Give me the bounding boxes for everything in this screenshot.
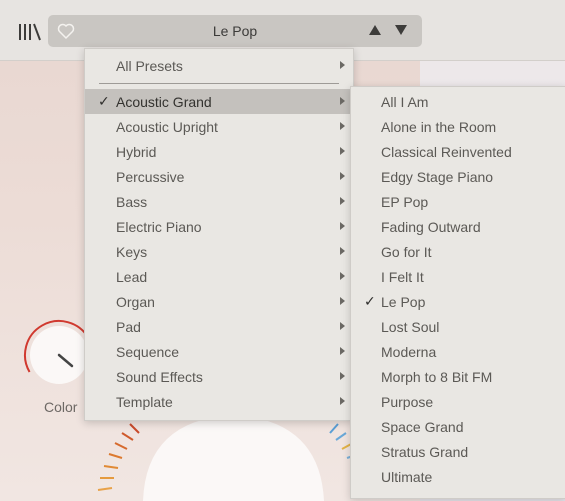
menu-item-label: Bass: [116, 194, 148, 210]
arrow-down-icon[interactable]: [394, 24, 408, 36]
library-icon[interactable]: [18, 22, 42, 42]
menu-item-label: Sound Effects: [116, 369, 203, 385]
submenu-arrow-icon: [340, 347, 345, 355]
menu-item-label: Keys: [116, 244, 148, 260]
preset-selector[interactable]: Le Pop: [48, 15, 422, 47]
preset-item[interactable]: Space Grand: [351, 414, 565, 439]
preset-item[interactable]: Morph to 8 Bit FM: [351, 364, 565, 389]
menu-item-label: Percussive: [116, 169, 185, 185]
preset-name[interactable]: Le Pop: [48, 23, 422, 39]
preset-item[interactable]: All I Am: [351, 89, 565, 114]
menu-item-label: Stratus Grand: [381, 444, 469, 460]
preset-item[interactable]: I Felt It: [351, 264, 565, 289]
color-knob-label: Color: [44, 399, 78, 415]
menu-item-label: Le Pop: [381, 294, 426, 310]
menu-item-label: Electric Piano: [116, 219, 202, 235]
preset-submenu: All I Am Alone in the Room Classical Rei…: [350, 86, 565, 499]
menu-item-label: Space Grand: [381, 419, 464, 435]
menu-item-label: Lost Soul: [381, 319, 440, 335]
submenu-arrow-icon: [340, 297, 345, 305]
preset-item[interactable]: Classical Reinvented: [351, 139, 565, 164]
menu-item-label: Go for It: [381, 244, 432, 260]
preset-item[interactable]: Go for It: [351, 239, 565, 264]
category-item-acoustic-upright[interactable]: Acoustic Upright: [85, 114, 353, 139]
menu-item-label: Hybrid: [116, 144, 157, 160]
category-item-template[interactable]: Template: [85, 389, 353, 414]
preset-item[interactable]: Ultimate: [351, 464, 565, 489]
category-item-acoustic-grand[interactable]: ✓ Acoustic Grand: [85, 89, 353, 114]
submenu-arrow-icon: [340, 147, 345, 155]
preset-item[interactable]: EP Pop: [351, 189, 565, 214]
menu-item-label: All Presets: [116, 58, 183, 74]
menu-item-all-presets[interactable]: All Presets: [85, 53, 353, 78]
submenu-arrow-icon: [340, 61, 345, 69]
checkmark-icon: ✓: [98, 93, 110, 109]
submenu-arrow-icon: [340, 97, 345, 105]
category-menu: All Presets ✓ Acoustic Grand Acoustic Up…: [84, 48, 354, 421]
menu-item-label: Sequence: [116, 344, 180, 360]
submenu-arrow-icon: [340, 272, 345, 280]
submenu-arrow-icon: [340, 172, 345, 180]
preset-item[interactable]: Edgy Stage Piano: [351, 164, 565, 189]
preset-item[interactable]: Moderna: [351, 339, 565, 364]
category-item-pad[interactable]: Pad: [85, 314, 353, 339]
menu-item-label: Lead: [116, 269, 148, 285]
menu-item-label: Template: [116, 394, 173, 410]
category-item-hybrid[interactable]: Hybrid: [85, 139, 353, 164]
checkmark-icon: ✓: [364, 293, 376, 309]
category-item-sound-effects[interactable]: Sound Effects: [85, 364, 353, 389]
menu-item-label: Organ: [116, 294, 155, 310]
menu-item-label: Morph to 8 Bit FM: [381, 369, 493, 385]
submenu-arrow-icon: [340, 222, 345, 230]
submenu-arrow-icon: [340, 197, 345, 205]
menu-item-label: Purpose: [381, 394, 434, 410]
category-item-organ[interactable]: Organ: [85, 289, 353, 314]
menu-item-label: Ultimate: [381, 469, 433, 485]
menu-item-label: Acoustic Grand: [116, 94, 212, 110]
category-item-electric-piano[interactable]: Electric Piano: [85, 214, 353, 239]
dial-body: [143, 415, 324, 501]
menu-item-label: Edgy Stage Piano: [381, 169, 494, 185]
preset-item[interactable]: Fading Outward: [351, 214, 565, 239]
preset-item[interactable]: Lost Soul: [351, 314, 565, 339]
menu-item-label: Acoustic Upright: [116, 119, 218, 135]
category-item-keys[interactable]: Keys: [85, 239, 353, 264]
menu-item-label: Fading Outward: [381, 219, 481, 235]
menu-item-label: Alone in the Room: [381, 119, 497, 135]
submenu-arrow-icon: [340, 372, 345, 380]
category-item-bass[interactable]: Bass: [85, 189, 353, 214]
menu-item-label: Moderna: [381, 344, 437, 360]
preset-item-le-pop[interactable]: ✓ Le Pop: [351, 289, 565, 314]
category-item-percussive[interactable]: Percussive: [85, 164, 353, 189]
submenu-arrow-icon: [340, 122, 345, 130]
submenu-arrow-icon: [340, 247, 345, 255]
arrow-up-icon[interactable]: [368, 24, 382, 36]
menu-separator: [99, 83, 339, 84]
menu-item-label: EP Pop: [381, 194, 429, 210]
submenu-arrow-icon: [340, 397, 345, 405]
category-item-sequence[interactable]: Sequence: [85, 339, 353, 364]
preset-item[interactable]: Purpose: [351, 389, 565, 414]
menu-item-label: I Felt It: [381, 269, 424, 285]
category-item-lead[interactable]: Lead: [85, 264, 353, 289]
preset-item[interactable]: Stratus Grand: [351, 439, 565, 464]
menu-item-label: All I Am: [381, 94, 429, 110]
submenu-arrow-icon: [340, 322, 345, 330]
menu-item-label: Pad: [116, 319, 141, 335]
preset-item[interactable]: Alone in the Room: [351, 114, 565, 139]
menu-item-label: Classical Reinvented: [381, 144, 512, 160]
